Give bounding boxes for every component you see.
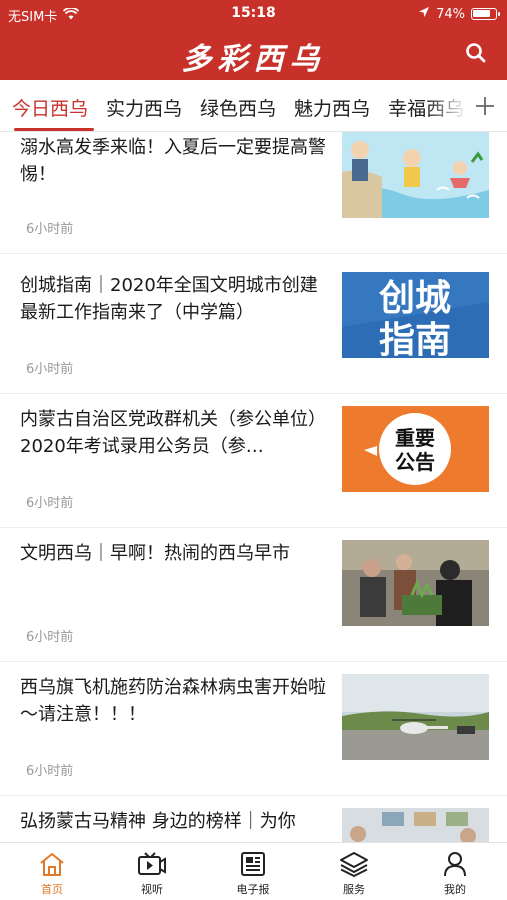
app-title: 多彩西乌 <box>181 42 326 77</box>
thumb-text-line2: 公告 <box>395 450 435 474</box>
cartoon-drowning-image <box>342 132 489 218</box>
news-title: 弘扬蒙古马精神 身边的榜样｜为你 <box>20 811 296 832</box>
home-icon <box>40 853 64 876</box>
status-bar: 无SIM卡 15:18 74% <box>0 0 507 28</box>
tabs-fade <box>427 80 467 131</box>
battery-icon <box>471 8 500 20</box>
tabbar-label: 我的 <box>444 883 466 896</box>
news-item[interactable]: 弘扬蒙古马精神 身边的榜样｜为你 <box>0 796 507 842</box>
helicopter-photo <box>342 674 489 760</box>
search-icon <box>466 43 486 63</box>
news-list: 溺水高发季来临！入夏后一定要提高警惕！ 6小时前 创城指南｜2020年全国文明城… <box>0 132 507 842</box>
news-time: 6小时前 <box>26 496 74 511</box>
active-tab-indicator <box>14 128 94 131</box>
battery-percent: 74% <box>436 6 465 22</box>
tab-jinri-xiwu[interactable]: 今日西乌 <box>12 94 88 121</box>
search-button[interactable] <box>463 40 489 66</box>
news-item[interactable]: 溺水高发季来临！入夏后一定要提高警惕！ 6小时前 <box>0 132 507 254</box>
news-item[interactable]: 文明西乌｜早啊！热闹的西乌早市 6小时前 <box>0 528 507 662</box>
channel-tabs: 今日西乌 实力西乌 绿色西乌 魅力西乌 幸福西乌 <box>0 80 507 132</box>
news-time: 6小时前 <box>26 630 74 645</box>
newspaper-icon <box>241 852 265 876</box>
layers-icon <box>340 852 368 877</box>
tabbar-label: 服务 <box>343 883 365 896</box>
tabbar-item-services[interactable]: 服务 <box>314 851 394 897</box>
thumb-text-line1: 创城 <box>379 278 451 319</box>
news-item[interactable]: 西乌旗飞机施药防治森林病虫害开始啦～请注意！！！ 6小时前 <box>0 662 507 796</box>
thumb-text-line2: 指南 <box>379 320 451 358</box>
tabbar-item-profile[interactable]: 我的 <box>415 851 495 897</box>
news-title: 内蒙古自治区党政群机关（参公单位）2020年考试录用公务员（参… <box>20 409 326 457</box>
news-title: 文明西乌｜早啊！热闹的西乌早市 <box>20 543 290 564</box>
news-time: 6小时前 <box>26 362 74 377</box>
tabbar-item-video[interactable]: 视听 <box>112 851 192 897</box>
chuangcheng-zhinan-image: 创城 指南 <box>342 272 489 358</box>
news-time: 6小时前 <box>26 764 74 779</box>
morning-market-photo <box>342 540 489 626</box>
video-icon <box>138 852 166 875</box>
tabbar-label: 视听 <box>141 883 163 896</box>
tabbar-item-home[interactable]: 首页 <box>12 851 92 897</box>
important-notice-image: 重要 公告 <box>342 406 489 492</box>
news-title: 溺水高发季来临！入夏后一定要提高警惕！ <box>20 137 326 185</box>
plus-icon <box>476 97 494 115</box>
add-channel-button[interactable] <box>463 80 507 131</box>
bottom-tab-bar: 首页 视听 电子报 服务 我的 <box>0 842 507 900</box>
news-item[interactable]: 内蒙古自治区党政群机关（参公单位）2020年考试录用公务员（参… 6小时前 重要… <box>0 394 507 528</box>
tab-lvse-xiwu[interactable]: 绿色西乌 <box>200 94 276 121</box>
tab-shili-xiwu[interactable]: 实力西乌 <box>106 94 182 121</box>
tabbar-label: 电子报 <box>236 883 270 896</box>
user-icon <box>444 852 466 877</box>
tab-meili-xiwu[interactable]: 魅力西乌 <box>294 94 370 121</box>
tabbar-label: 首页 <box>41 883 63 896</box>
news-title: 创城指南｜2020年全国文明城市创建最新工作指南来了（中学篇） <box>20 275 318 323</box>
tabbar-item-newspaper[interactable]: 电子报 <box>213 851 293 897</box>
thumb-text-line1: 重要 <box>395 426 435 450</box>
news-item[interactable]: 创城指南｜2020年全国文明城市创建最新工作指南来了（中学篇） 6小时前 创城 … <box>0 260 507 394</box>
people-photo <box>342 808 489 842</box>
news-title: 西乌旗飞机施药防治森林病虫害开始啦～请注意！！！ <box>20 677 326 725</box>
app-header: 无SIM卡 15:18 74% 多彩西乌 <box>0 0 507 80</box>
location-arrow-icon <box>418 6 430 22</box>
news-time: 6小时前 <box>26 222 74 237</box>
